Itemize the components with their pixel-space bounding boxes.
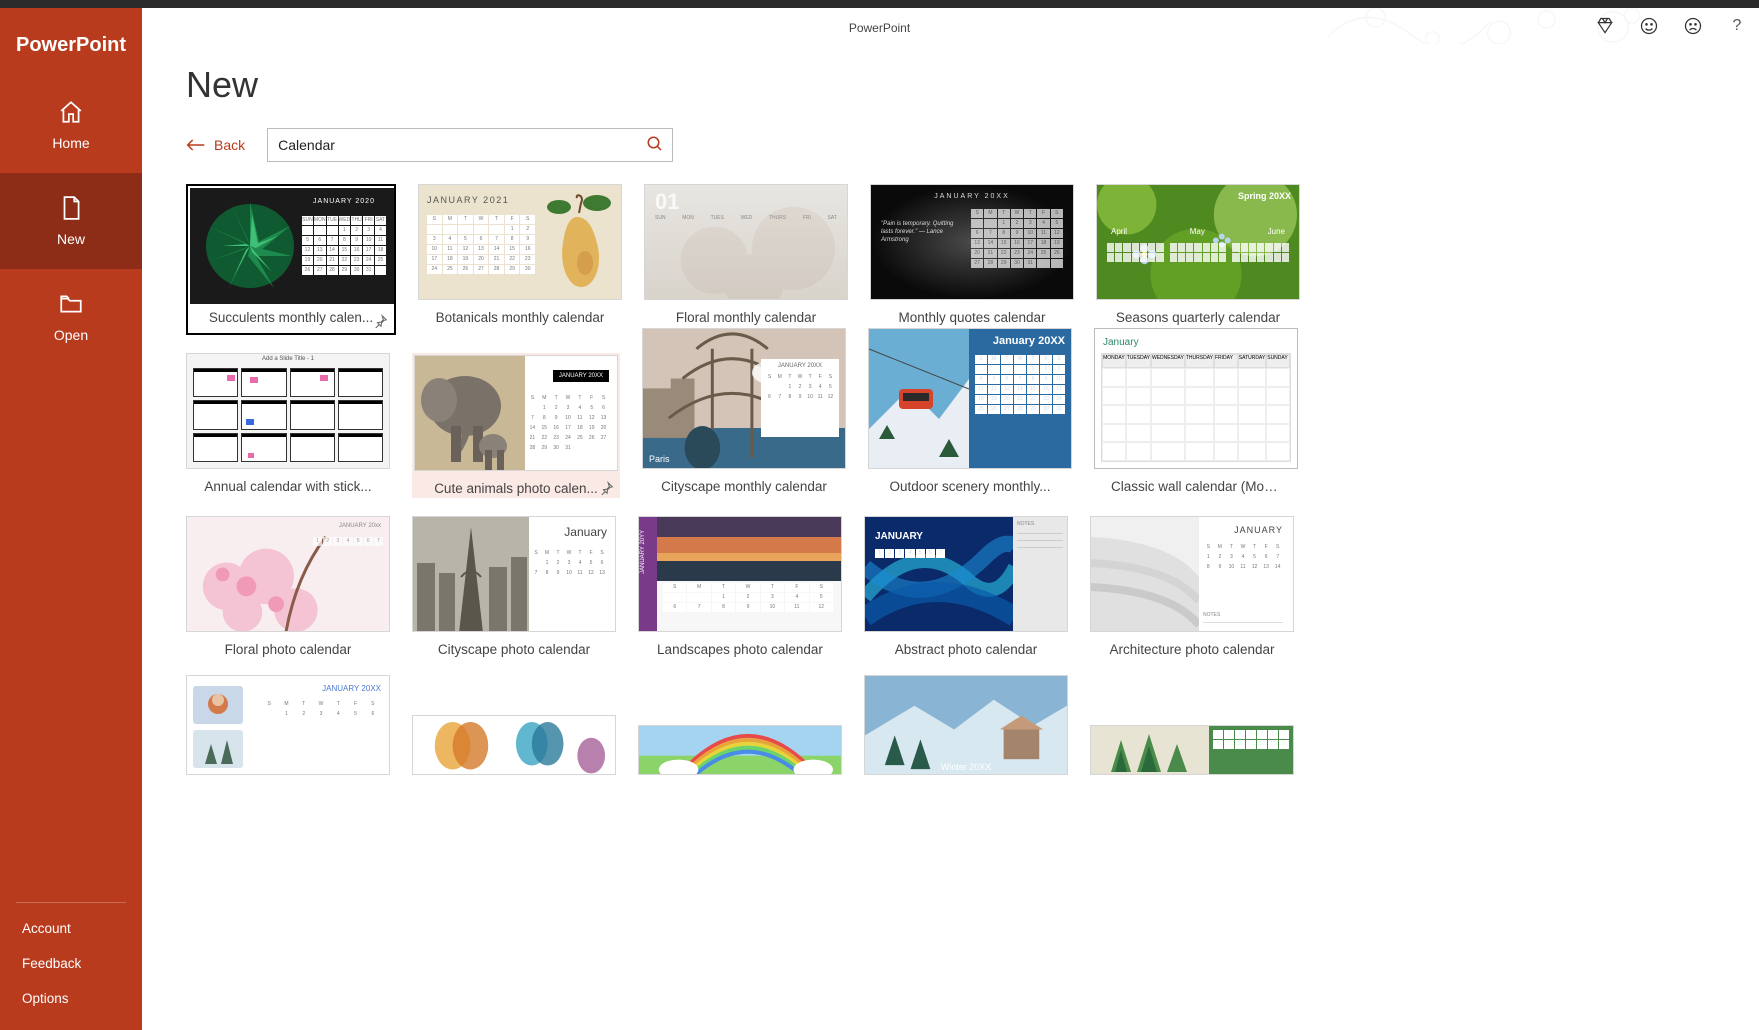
template-cityscape-photo-calendar[interactable]: January SMTWTFS12345678910111213 Citysca…	[412, 516, 616, 657]
template-label: Seasons quarterly calendar	[1116, 310, 1280, 325]
template-grid: JANUARY 2020 SUNMONTUEWEDTHUFRISAT 1234 …	[142, 184, 1759, 833]
title-bar: PowerPoint ?	[0, 8, 1759, 44]
new-doc-icon	[58, 195, 84, 221]
forest-illustration	[1091, 726, 1211, 775]
template-monthly-quotes-calendar[interactable]: JANUARY 20XX "Pain is temporary. Quittin…	[870, 184, 1074, 335]
title-bar-actions: ?	[1595, 16, 1747, 36]
template-landscapes-photo-calendar[interactable]: JANUARY 20YY SMTWTFS123456789101112 Land…	[638, 516, 842, 657]
template-classic-wall-calendar[interactable]: January MONDAYTUESDAYWEDNESDAYTHURSDAYFR…	[1094, 353, 1298, 498]
open-folder-icon	[58, 291, 84, 317]
chrome-top-strip	[0, 0, 1759, 8]
template-label: Botanicals monthly calendar	[436, 310, 605, 325]
template-row4-col1[interactable]: JANUARY 20XX SMTWTFS123456	[186, 675, 390, 775]
template-label: Floral photo calendar	[225, 642, 352, 657]
watercolor-butterflies	[413, 716, 615, 775]
template-label: Abstract photo calendar	[895, 642, 1038, 657]
template-seasons-quarterly-calendar[interactable]: Spring 20XX AprilMayJune 1234567891011 1…	[1096, 184, 1300, 335]
template-label: Architecture photo calendar	[1109, 642, 1274, 657]
app-brand: PowerPoint	[0, 8, 142, 77]
back-label: Back	[214, 137, 245, 153]
home-icon	[58, 99, 84, 125]
template-label: Landscapes photo calendar	[657, 642, 823, 657]
back-button[interactable]: Back	[186, 137, 245, 153]
template-cityscape-monthly-calendar[interactable]: JANUARY 20XX SMTWTFS123456789101112 Pari…	[642, 353, 846, 498]
main-content: New Back	[142, 44, 1759, 1030]
page-title: New	[142, 44, 1759, 128]
succulent-illustration	[200, 196, 300, 296]
sidebar-divider	[16, 902, 126, 903]
template-label: Classic wall calendar (Mon...	[1111, 479, 1281, 494]
template-outdoor-scenery-monthly[interactable]: January 20XX SMTWTFS 123 45678910 111213…	[868, 353, 1072, 498]
architecture-photo	[1091, 517, 1199, 632]
backstage-sidebar: PowerPoint Home New Open Account Feedbac…	[0, 8, 142, 1030]
sidebar-item-home[interactable]: Home	[0, 77, 142, 173]
elephant-photo	[415, 356, 525, 471]
cablecar-illustration	[869, 329, 969, 469]
pin-icon[interactable]	[374, 314, 388, 333]
snow-trees-photo	[193, 730, 243, 768]
winter-kid-photo	[193, 686, 243, 724]
template-cute-animals-photo-calendar[interactable]: JANUARY 20XX SMTWTFS 123456 78910111213 …	[412, 353, 620, 498]
pear-illustration	[537, 193, 617, 293]
sidebar-item-options[interactable]: Options	[0, 981, 142, 1016]
template-label: Floral monthly calendar	[676, 310, 816, 325]
rose-watermark	[645, 185, 847, 300]
template-label: Outdoor scenery monthly...	[889, 479, 1050, 494]
sidebar-item-label: Home	[52, 135, 89, 151]
sunset-photo	[657, 517, 842, 581]
sidebar-item-label: Open	[54, 327, 88, 343]
sidebar-item-new[interactable]: New	[0, 173, 142, 269]
pin-icon[interactable]	[600, 481, 614, 500]
search-icon[interactable]	[646, 135, 664, 158]
template-row4-col3[interactable]	[638, 675, 842, 775]
template-label: Succulents monthly calen...	[209, 310, 373, 325]
template-architecture-photo-calendar[interactable]: JANUARY SMTWTFS1234567891011121314 NOTES…	[1090, 516, 1294, 657]
template-annual-calendar-sticky[interactable]: Add a Slide Title - 1	[186, 353, 390, 498]
sidebar-item-account[interactable]: Account	[0, 911, 142, 946]
template-label: Annual calendar with stick...	[204, 479, 371, 494]
smiley-happy-icon[interactable]	[1639, 16, 1659, 36]
sidebar-item-feedback[interactable]: Feedback	[0, 946, 142, 981]
template-botanicals-monthly-calendar[interactable]: JANUARY 2021 SMTWTFS 12 3456789 10111213…	[418, 184, 622, 335]
winter-scene-illustration	[865, 676, 1067, 775]
template-row4-col4[interactable]: Winter 20XX	[864, 675, 1068, 775]
cherry-blossom-photo	[187, 517, 389, 632]
template-floral-monthly-calendar[interactable]: 01 SUNMONTUESWEDTHURSFRISAT Floral month…	[644, 184, 848, 335]
rainbow-illustration	[639, 726, 841, 775]
template-label: Cute animals photo calen...	[434, 481, 598, 496]
sidebar-item-open[interactable]: Open	[0, 269, 142, 365]
paris-photo	[413, 517, 529, 632]
template-label: Cityscape monthly calendar	[661, 479, 827, 494]
template-succulents-monthly-calendar[interactable]: JANUARY 2020 SUNMONTUEWEDTHUFRISAT 1234 …	[186, 184, 396, 335]
help-icon[interactable]: ?	[1727, 16, 1747, 36]
sidebar-item-label: New	[57, 231, 85, 247]
search-box[interactable]	[267, 128, 673, 162]
template-floral-photo-calendar[interactable]: JANUARY 20xx 1234567 Floral photo calend…	[186, 516, 390, 657]
template-abstract-photo-calendar[interactable]: JANUARY 1234567 NOTES Abstract photo cal…	[864, 516, 1068, 657]
app-title: PowerPoint	[849, 21, 910, 35]
template-row4-col5[interactable]: 1234567891011121314	[1090, 675, 1294, 775]
premium-diamond-icon[interactable]	[1595, 16, 1615, 36]
template-label: Cityscape photo calendar	[438, 642, 590, 657]
search-input[interactable]	[278, 137, 638, 153]
template-row4-col2[interactable]	[412, 675, 616, 775]
template-label: Monthly quotes calendar	[898, 310, 1045, 325]
smiley-sad-icon[interactable]	[1683, 16, 1703, 36]
